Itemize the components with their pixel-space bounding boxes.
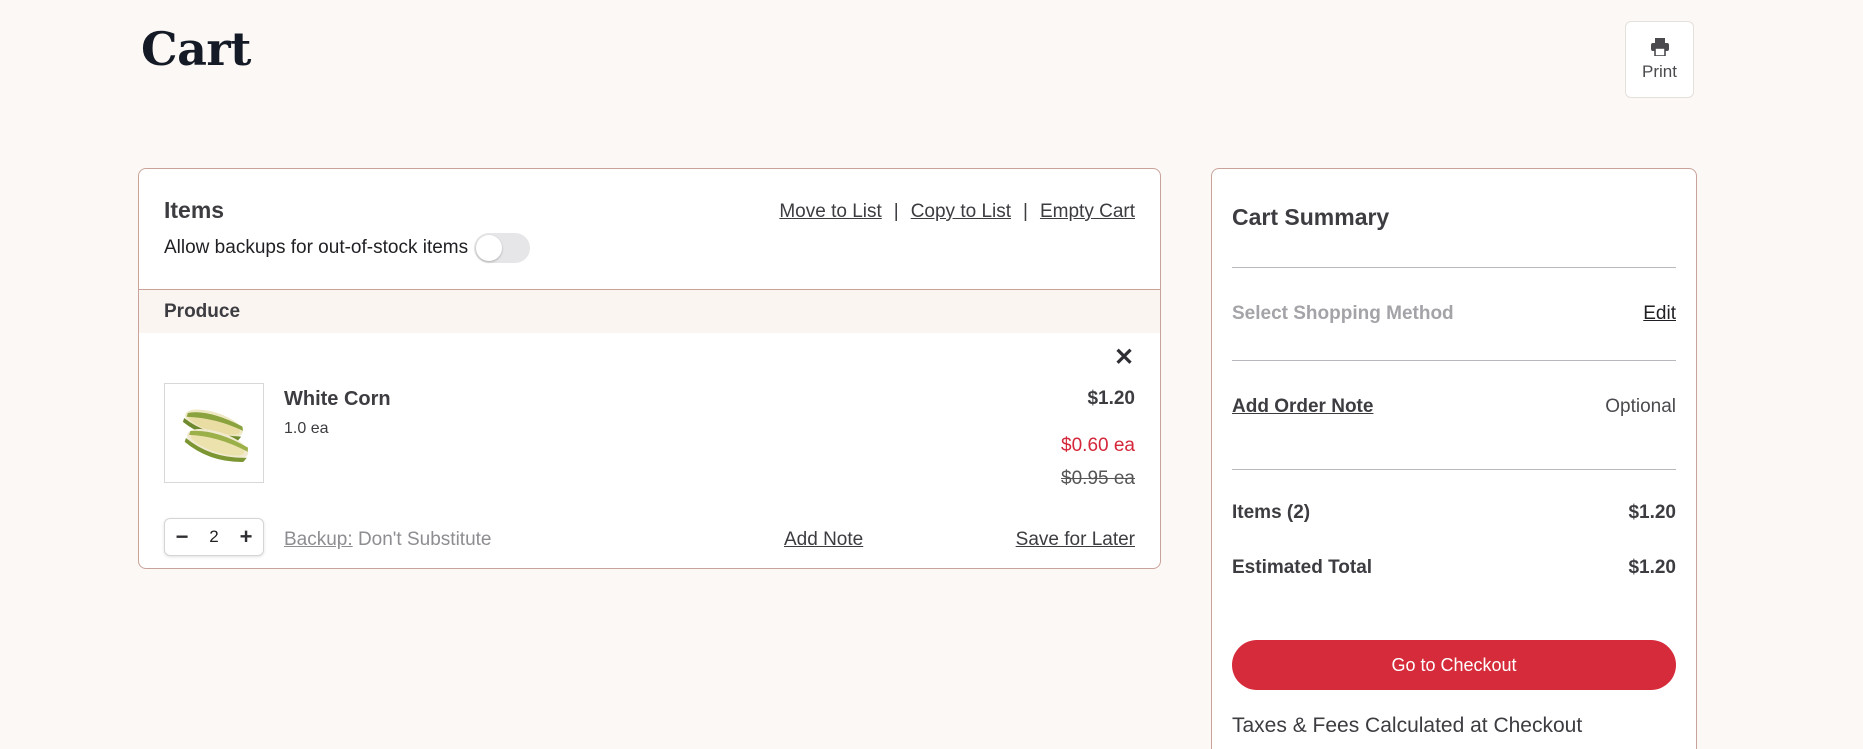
items-count-label: Items (2) [1232,502,1311,523]
items-panel: Items Allow backups for out-of-stock ite… [138,168,1161,569]
estimated-total-label: Estimated Total [1232,557,1373,578]
item-unit-qty: 1.0 ea [284,420,329,437]
empty-cart-link[interactable]: Empty Cart [1040,201,1135,223]
product-image[interactable] [164,383,264,483]
shopping-method-label: Select Shopping Method [1232,303,1454,324]
order-note-optional: Optional [1605,396,1676,417]
page-title: Cart [141,22,251,76]
items-subtotal: $1.20 [1628,502,1676,523]
item-backup: Backup: Don't Substitute [284,529,491,551]
quantity-stepper: − 2 + [164,518,264,556]
items-title: Items [164,197,225,223]
backup-toggle-label: Allow backups for out-of-stock items [164,237,469,258]
save-for-later-link[interactable]: Save for Later [1016,529,1135,551]
toggle-knob [476,235,503,261]
cart-summary-panel: Cart Summary Select Shopping Method Edit… [1211,168,1697,749]
link-separator: | [1023,201,1028,222]
item-price: $1.20 [1087,388,1135,409]
items-actions: Move to List | Copy to List | Empty Cart [779,201,1135,223]
print-button[interactable]: Print [1625,21,1694,98]
backup-toggle-row: Allow backups for out-of-stock items [164,233,531,263]
estimated-total-value: $1.20 [1628,557,1676,578]
quantity-value[interactable]: 2 [199,527,229,547]
decrement-button[interactable]: − [173,526,191,548]
remove-item-icon[interactable]: ✕ [1113,346,1135,370]
copy-to-list-link[interactable]: Copy to List [911,201,1011,223]
move-to-list-link[interactable]: Move to List [779,201,881,223]
category-label: Produce [164,300,241,322]
checkout-button[interactable]: Go to Checkout [1232,640,1676,690]
increment-button[interactable]: + [237,526,255,548]
add-order-note-link[interactable]: Add Order Note [1232,396,1373,418]
summary-title: Cart Summary [1232,204,1390,230]
cart-item: ✕ White Corn 1.0 ea $1.20 $0.60 ea $0.95… [139,333,1160,568]
edit-shopping-method-link[interactable]: Edit [1643,303,1676,325]
item-original-price: $0.95 ea [1061,468,1135,489]
item-sale-price: $0.60 ea [1061,435,1135,456]
backup-value: Don't Substitute [357,529,492,550]
divider [1232,469,1676,470]
add-note-link[interactable]: Add Note [784,529,863,551]
category-header: Produce [139,290,1160,333]
print-label: Print [1642,61,1677,81]
divider [1232,267,1676,268]
divider [1232,360,1676,361]
items-header: Items Allow backups for out-of-stock ite… [139,169,1160,290]
cart-page: Cart Print Items Allow backups for out-o… [0,0,1863,749]
backup-link[interactable]: Backup: [284,529,353,550]
item-name[interactable]: White Corn [284,388,391,411]
link-separator: | [893,201,899,222]
backup-toggle[interactable] [474,233,531,263]
printer-icon [1650,37,1669,56]
taxes-note: Taxes & Fees Calculated at Checkout [1232,714,1583,737]
corn-image [182,409,249,462]
